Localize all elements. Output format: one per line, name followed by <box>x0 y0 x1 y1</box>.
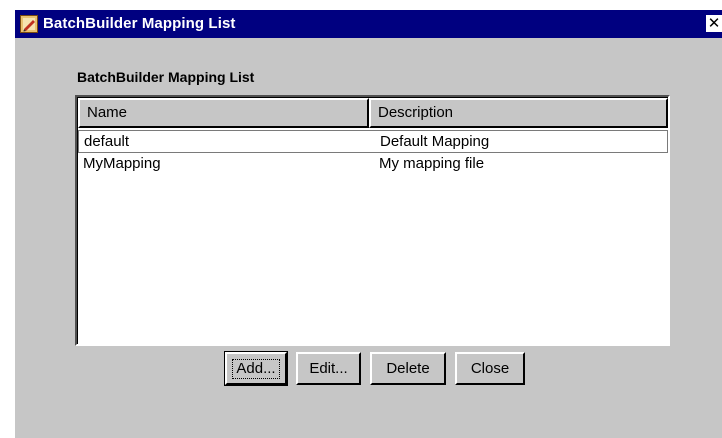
mapping-table[interactable]: Name Description default Default Mapping… <box>75 95 670 346</box>
close-button[interactable]: Close <box>455 352 525 385</box>
panel-label: BatchBuilder Mapping List <box>77 69 255 85</box>
edit-button[interactable]: Edit... <box>296 352 361 385</box>
delete-button[interactable]: Delete <box>370 352 446 385</box>
add-button-label: Add... <box>232 359 280 379</box>
close-icon[interactable]: ✕ <box>706 15 722 32</box>
table-header: Name Description <box>78 98 668 128</box>
window-title: BatchBuilder Mapping List <box>43 15 236 32</box>
mapping-list-window: BatchBuilder Mapping List ✕ BatchBuilder… <box>15 10 722 438</box>
table-row[interactable]: default Default Mapping <box>78 130 668 153</box>
row-name-cell: MyMapping <box>83 155 161 172</box>
row-description-cell: My mapping file <box>379 155 485 172</box>
app-icon <box>20 15 38 33</box>
title-bar[interactable]: BatchBuilder Mapping List ✕ <box>15 10 722 38</box>
row-name-cell: default <box>84 133 130 150</box>
column-header-name[interactable]: Name <box>78 98 369 128</box>
column-header-description[interactable]: Description <box>369 98 668 128</box>
add-button[interactable]: Add... <box>224 351 288 386</box>
row-description-cell: Default Mapping <box>380 133 490 150</box>
table-row[interactable]: MyMapping My mapping file <box>78 153 668 176</box>
